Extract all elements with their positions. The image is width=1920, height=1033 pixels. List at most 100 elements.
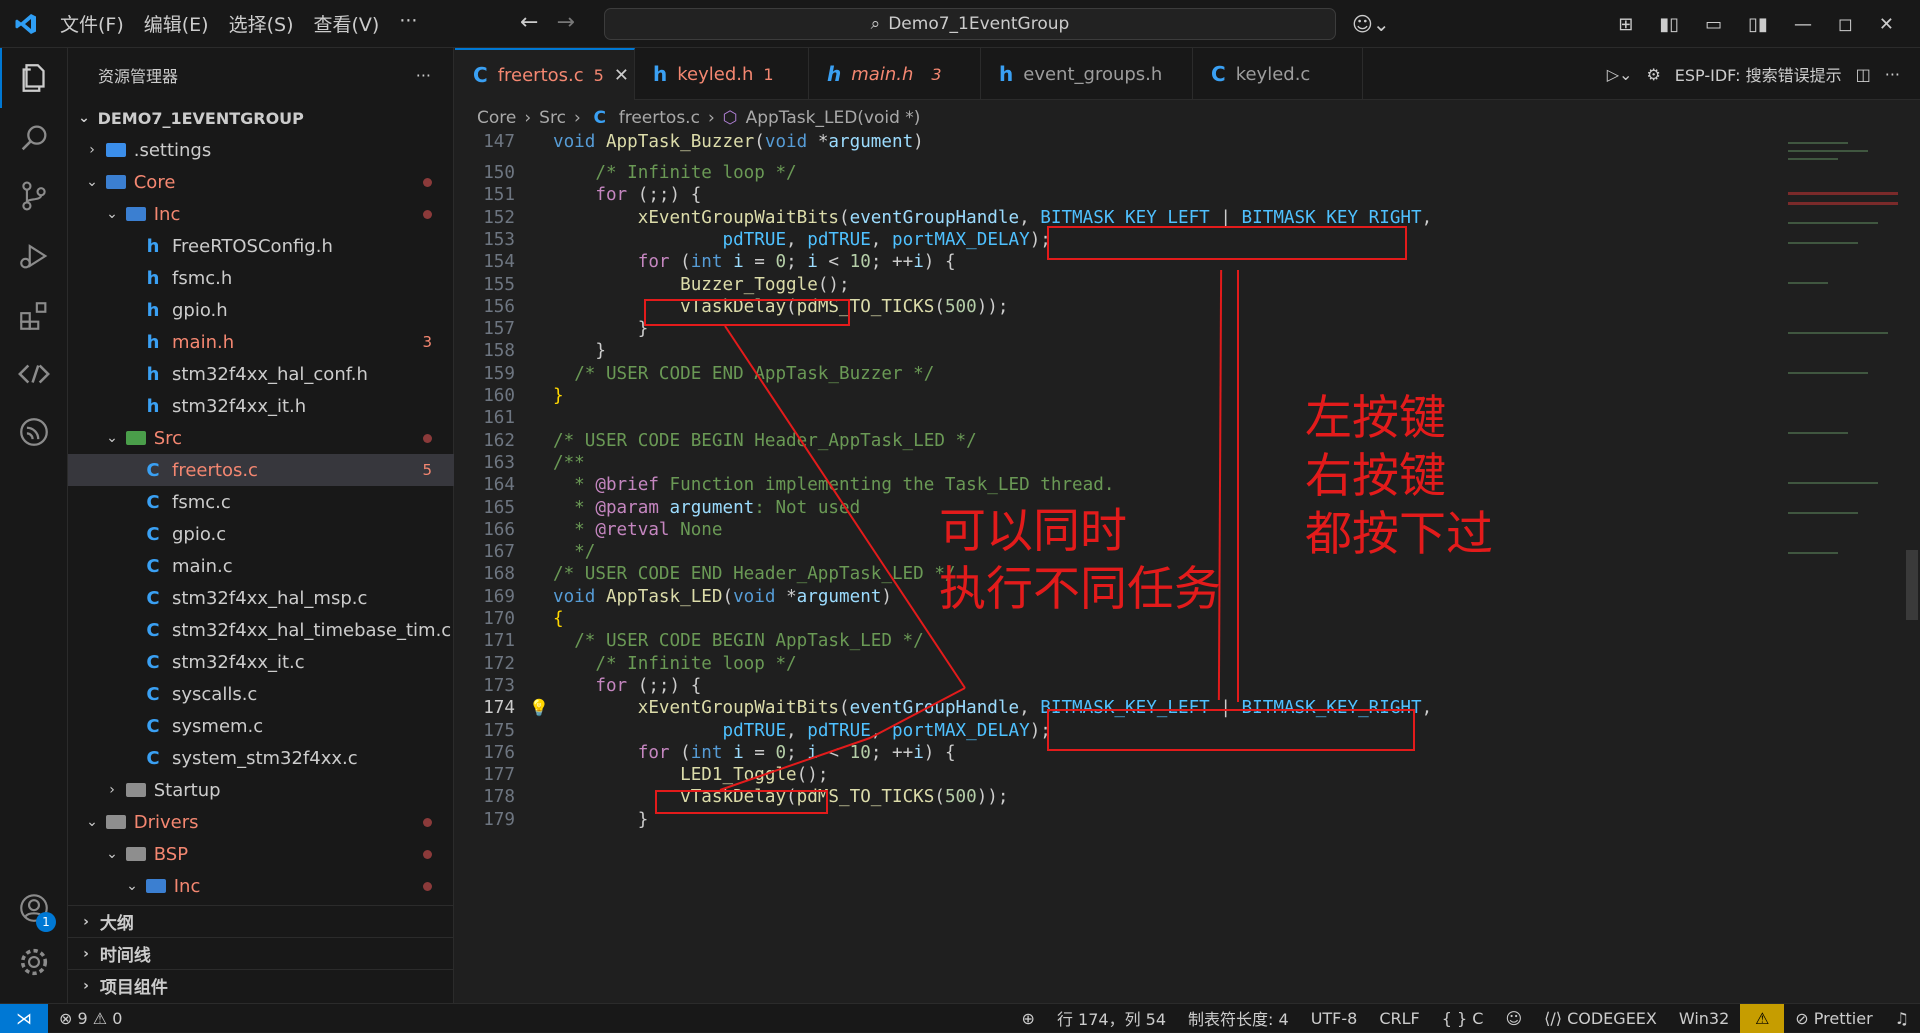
c-file-icon: C <box>146 715 160 737</box>
vertical-scrollbar[interactable] <box>1902 132 1920 1003</box>
tree-item-hal-conf-h[interactable]: h stm32f4xx_hal_conf.h <box>68 358 454 390</box>
tree-item-bsp[interactable]: ⌄ BSP <box>68 838 454 870</box>
section-timeline[interactable]: › 时间线 <box>68 937 454 969</box>
menu-view[interactable]: 查看(V) <box>306 6 388 41</box>
tree-item-it-c[interactable]: Cstm32f4xx_it.c <box>68 646 454 678</box>
esp-gear-icon[interactable]: ⚙ <box>1646 65 1660 84</box>
tab-size[interactable]: 制表符长度: 4 <box>1177 1006 1300 1030</box>
code-token: /* Infinite loop */ <box>595 653 797 674</box>
breadcrumb: Core › Src › C freertos.c › ⬡ AppTask_LED(v… <box>477 108 921 128</box>
breadcrumb-core[interactable]: Core <box>477 108 516 128</box>
menu-select[interactable]: 选择(S) <box>221 6 302 41</box>
tree-item-src[interactable]: ⌄ Src <box>68 422 454 454</box>
tab-keyled-c[interactable]: Ckeyled.c <box>1193 48 1363 100</box>
tree-item-main-c[interactable]: Cmain.c <box>68 550 454 582</box>
folder-icon <box>125 847 146 861</box>
tree-item-freertosconfig-h[interactable]: h FreeRTOSConfig.h <box>68 230 454 262</box>
platform-status[interactable]: Win32 <box>1668 1009 1740 1028</box>
tab-main-h[interactable]: h main.h 3 <box>809 48 981 100</box>
tree-item-startup[interactable]: › Startup <box>68 774 454 806</box>
tree-item-freertos-c[interactable]: Cfreertos.c 5 <box>68 454 454 486</box>
maximize-icon[interactable]: ◻ <box>1838 14 1853 35</box>
settings-gear-icon[interactable] <box>0 932 68 992</box>
tree-item-fsmc-h[interactable]: h fsmc.h <box>68 262 454 294</box>
notifications-bell-icon[interactable]: ♫ <box>1884 1009 1920 1028</box>
breadcrumb-src[interactable]: Src <box>539 108 566 128</box>
minimize-icon[interactable]: — <box>1794 14 1812 35</box>
code-line: xEventGroupWaitBits(eventGroupHandle, BI… <box>553 208 1432 228</box>
forward-arrow-icon[interactable]: → <box>556 10 574 35</box>
cursor-position[interactable]: 行 174，列 54 <box>1046 1006 1177 1030</box>
tree-item-timebase-c[interactable]: Cstm32f4xx_hal_timebase_tim.c <box>68 614 454 646</box>
problems-indicator[interactable]: ⊗ 9 ⚠ 0 <box>48 1009 133 1028</box>
explorer-icon[interactable] <box>0 48 68 108</box>
tree-item-core[interactable]: ⌄ Core <box>68 166 454 198</box>
prettier-status[interactable]: ⊘ Prettier <box>1784 1009 1883 1028</box>
tree-item-main-h[interactable]: h main.h 3 <box>68 326 454 358</box>
tree-item-bsp-inc[interactable]: ⌄ Inc <box>68 870 454 902</box>
section-outline[interactable]: › 大纲 <box>68 905 454 937</box>
line-number: 167 <box>483 542 515 563</box>
tab-keyled-h[interactable]: h keyled.h 1 <box>635 48 809 100</box>
menu-file[interactable]: 文件(F) <box>52 6 132 41</box>
breadcrumb-file[interactable]: freertos.c <box>619 108 700 128</box>
extensions-icon[interactable] <box>0 286 68 346</box>
c-file-icon: C <box>146 523 160 545</box>
esp-idf-icon[interactable] <box>0 402 68 462</box>
code-line: /* Infinite loop */ <box>553 653 797 674</box>
zoom-icon[interactable]: ⊕ <box>1011 1009 1046 1028</box>
layout-customize-icon[interactable]: ⊞ <box>1618 14 1633 35</box>
language-mode[interactable]: { } C <box>1431 1009 1495 1028</box>
tree-item-fsmc-c[interactable]: Cfsmc.c <box>68 486 454 518</box>
copilot-icon[interactable]: ☺⌄ <box>1352 12 1390 36</box>
remote-explorer-icon[interactable] <box>0 344 68 404</box>
tree-item-syscalls-c[interactable]: Csyscalls.c <box>68 678 454 710</box>
more-actions-icon[interactable]: ··· <box>416 66 431 85</box>
codegeex-status[interactable]: ⟨/⟩ CODEGEEX <box>1533 1009 1668 1028</box>
menu-edit[interactable]: 编辑(E) <box>136 6 217 41</box>
tree-item-inc[interactable]: ⌄ Inc <box>68 198 454 230</box>
section-components[interactable]: › 项目组件 <box>68 969 454 1001</box>
tree-item-gpio-c[interactable]: Cgpio.c <box>68 518 454 550</box>
run-debug-icon[interactable] <box>0 226 68 286</box>
remote-indicator-icon[interactable]: ⋊ <box>0 1003 48 1033</box>
tree-item-system-c[interactable]: Csystem_stm32f4xx.c <box>68 742 454 774</box>
close-window-icon[interactable]: ✕ <box>1879 14 1894 35</box>
line-number: 179 <box>483 809 515 830</box>
code-token: ) <box>913 132 924 152</box>
menu-more[interactable]: ··· <box>391 6 425 41</box>
esp-idf-search-button[interactable]: ESP-IDF: 搜索错误提示 <box>1675 62 1842 86</box>
tab-event-groups-h[interactable]: h event_groups.h <box>981 48 1193 100</box>
tree-item-sysmem-c[interactable]: Csysmem.c <box>68 710 454 742</box>
minimap[interactable] <box>1782 132 1902 632</box>
tab-freertos-c[interactable]: Cfreertos.c 5 ✕ <box>455 48 635 100</box>
toggle-sidebar-icon[interactable]: ▮▯ <box>1659 14 1679 35</box>
tree-item-gpio-h[interactable]: h gpio.h <box>68 294 454 326</box>
copilot-status-icon[interactable]: ☺ <box>1494 1009 1533 1028</box>
source-control-icon[interactable] <box>0 166 68 226</box>
tree-item-drivers[interactable]: ⌄ Drivers <box>68 806 454 838</box>
toggle-panel-icon[interactable]: ▭ <box>1705 14 1722 35</box>
back-arrow-icon[interactable]: ← <box>520 10 538 35</box>
close-tab-icon[interactable]: ✕ <box>614 65 629 86</box>
split-editor-icon[interactable]: ◫ <box>1856 65 1871 84</box>
code-token: )); <box>976 296 1009 317</box>
run-icon[interactable]: ▷⌄ <box>1607 65 1633 84</box>
line-number: 159 <box>483 363 515 384</box>
editor-more-icon[interactable]: ··· <box>1885 65 1900 84</box>
lightbulb-icon[interactable]: 💡 <box>529 698 549 717</box>
toggle-secondary-sidebar-icon[interactable]: ▯▮ <box>1748 14 1768 35</box>
command-center-search[interactable]: ⌕ Demo7_1EventGroup <box>604 8 1336 40</box>
tree-item-settings[interactable]: › .settings <box>68 134 454 166</box>
tree-item-hal-msp-c[interactable]: Cstm32f4xx_hal_msp.c <box>68 582 454 614</box>
workspace-root[interactable]: ⌄ DEMO7_1EVENTGROUP <box>68 102 454 134</box>
search-view-icon[interactable] <box>0 108 68 168</box>
warning-status-icon[interactable]: ⚠ <box>1740 1003 1785 1033</box>
encoding[interactable]: UTF-8 <box>1300 1009 1369 1028</box>
accounts-icon[interactable]: 1 <box>0 878 68 938</box>
tree-item-it-h[interactable]: h stm32f4xx_it.h <box>68 390 454 422</box>
code-line: * @brief Function implementing the Task_… <box>553 475 1114 495</box>
eol[interactable]: CRLF <box>1368 1009 1430 1028</box>
breadcrumb-symbol[interactable]: AppTask_LED(void *) <box>746 108 921 128</box>
